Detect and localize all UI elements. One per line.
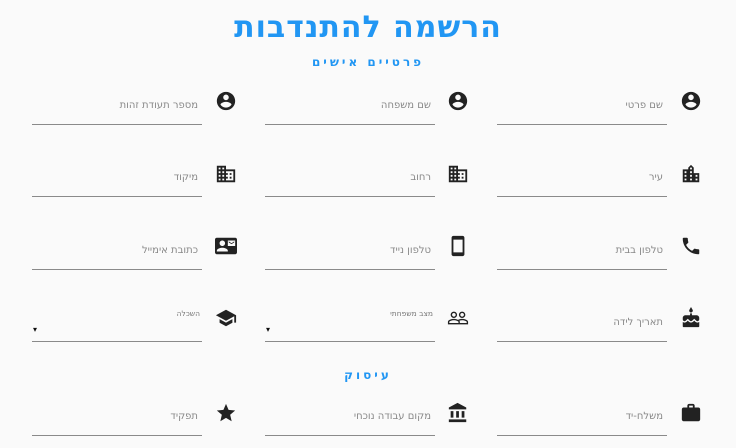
city-field[interactable]: עיר [497, 166, 667, 197]
home-phone-label: טלפון בבית [615, 245, 663, 256]
phone-icon [680, 235, 702, 257]
smartphone-icon [447, 235, 469, 257]
dropdown-arrow-icon[interactable]: ▾ [266, 325, 270, 334]
email-label: כתובת אימייל [142, 245, 198, 256]
account-circle-icon [680, 90, 702, 112]
city-label: עיר [648, 172, 663, 183]
mobile-phone-field[interactable]: טלפון נייד [265, 239, 435, 270]
workplace-label: מקום עבודה נוכחי [353, 411, 431, 422]
street-field[interactable]: רחוב [265, 166, 435, 197]
first-name-label: שם פרטי [625, 100, 663, 111]
role-field[interactable]: תפקיד [32, 405, 202, 436]
location-city-icon [680, 163, 702, 185]
account-balance-icon [447, 402, 469, 424]
work-icon [680, 402, 702, 424]
school-icon [215, 307, 237, 329]
section-personal-title: פרטיים אישים [311, 55, 425, 69]
mobile-phone-label: טלפון נייד [390, 245, 431, 256]
id-number-label: מספר תעודת זהות [119, 100, 198, 111]
education-select[interactable]: השכלה ▾ [32, 309, 202, 342]
contact-mail-icon [215, 235, 237, 257]
occupation-field[interactable]: משלח-יד [497, 405, 667, 436]
business-icon [215, 163, 237, 185]
workplace-field[interactable]: מקום עבודה נוכחי [265, 405, 435, 436]
cake-icon [680, 307, 702, 329]
birth-date-label: תאריך לידה [613, 317, 663, 328]
email-field[interactable]: כתובת אימייל [32, 239, 202, 270]
occupation-label: משלח-יד [625, 411, 663, 422]
role-label: תפקיד [170, 411, 198, 422]
account-circle-icon [215, 90, 237, 112]
star-icon [215, 402, 237, 424]
marital-status-select[interactable]: מצב משפחתי ▾ [265, 309, 435, 342]
zip-label: מיקוד [173, 172, 198, 183]
street-label: רחוב [410, 172, 431, 183]
marital-status-label: מצב משפחתי [390, 309, 433, 318]
people-outline-icon [447, 307, 469, 329]
account-circle-icon [447, 90, 469, 112]
last-name-label: שם משפחה [380, 100, 431, 111]
section-employment-title: עיסוק [344, 368, 392, 382]
last-name-field[interactable]: שם משפחה [265, 94, 435, 125]
first-name-field[interactable]: שם פרטי [497, 94, 667, 125]
education-label: השכלה [176, 309, 200, 318]
dropdown-arrow-icon[interactable]: ▾ [33, 325, 37, 334]
birth-date-field[interactable]: תאריך לידה [497, 311, 667, 342]
zip-field[interactable]: מיקוד [32, 166, 202, 197]
business-icon [447, 163, 469, 185]
page-title: הרשמה להתנדבות [234, 10, 502, 45]
id-number-field[interactable]: מספר תעודת זהות [32, 94, 202, 125]
home-phone-field[interactable]: טלפון בבית [497, 239, 667, 270]
